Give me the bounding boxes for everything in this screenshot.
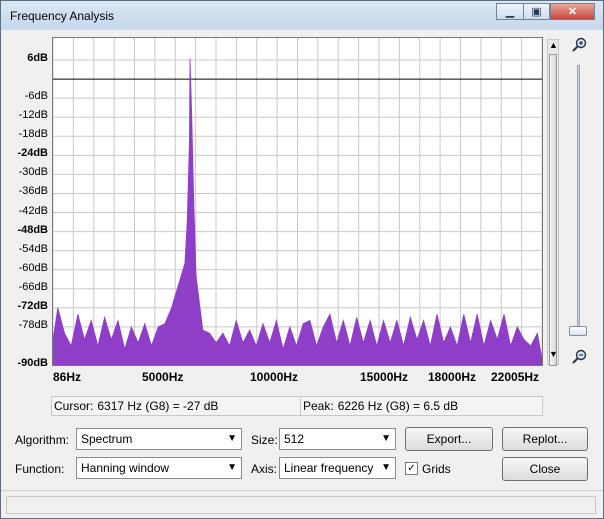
y-tick-label: -66dB (18, 280, 48, 293)
title-bar: Frequency Analysis ▁ ▣ ✕ (1, 1, 603, 30)
minimize-icon: ▁ (505, 6, 515, 18)
y-tick-label: -36dB (18, 185, 48, 198)
close-window-button[interactable]: ✕ (550, 3, 595, 20)
function-select[interactable]: Hanning window ▼ (76, 457, 242, 479)
maximize-button[interactable]: ▣ (523, 3, 550, 20)
y-tick-label: -54dB (18, 242, 48, 255)
x-tick-label: 18000Hz (428, 370, 477, 384)
size-label: Size: (251, 433, 278, 447)
y-tick-label: -90dB (17, 357, 48, 369)
x-tick-label: 5000Hz (142, 370, 184, 384)
close-icon: ✕ (567, 6, 578, 18)
function-label: Function: (15, 462, 65, 476)
chevron-down-icon: ▼ (227, 462, 237, 473)
checkmark-icon: ✓ (407, 463, 416, 474)
y-tick-label: -18dB (18, 128, 48, 141)
status-bar (1, 490, 603, 518)
spectrum-chart (52, 38, 543, 366)
y-tick-label: -6dB (24, 90, 48, 103)
vertical-scrollbar[interactable]: ▲ ▼ (547, 39, 559, 366)
chevron-down-icon: ▼ (227, 433, 237, 444)
y-tick-label: -60dB (18, 261, 48, 274)
minimize-button[interactable]: ▁ (496, 3, 524, 20)
window-title: Frequency Analysis (10, 9, 115, 23)
zoom-slider-thumb[interactable] (569, 326, 587, 336)
y-tick-label: -48dB (17, 223, 48, 236)
cursor-value: 6317 Hz (G8) = -27 dB (97, 399, 219, 413)
zoom-in-icon[interactable] (571, 37, 587, 53)
y-tick-label: -72dB (17, 299, 48, 312)
scroll-up-icon[interactable]: ▲ (549, 40, 558, 50)
y-tick-label: -12dB (18, 109, 48, 122)
grids-label: Grids (422, 462, 451, 476)
peak-readout: Peak: 6226 Hz (G8) = 6.5 dB (300, 396, 543, 416)
zoom-control (567, 37, 591, 369)
axis-select[interactable]: Linear frequency ▼ (279, 457, 396, 479)
replot-button[interactable]: Replot... (502, 427, 588, 451)
y-tick-label: -42dB (18, 204, 48, 217)
peak-value: 6226 Hz (G8) = 6.5 dB (337, 399, 459, 413)
spectrum-plot[interactable] (52, 37, 543, 366)
status-field (6, 496, 596, 514)
algorithm-value: Spectrum (81, 432, 133, 446)
axis-value: Linear frequency (284, 461, 374, 475)
maximize-icon: ▣ (531, 6, 542, 18)
algorithm-select[interactable]: Spectrum ▼ (76, 428, 242, 450)
cursor-label: Cursor: (54, 399, 94, 413)
zoom-slider-track[interactable] (577, 65, 580, 335)
y-tick-label: -78dB (18, 318, 48, 331)
chevron-down-icon: ▼ (381, 462, 391, 473)
scroll-down-icon[interactable]: ▼ (549, 349, 558, 359)
x-tick-label: 22005Hz (491, 370, 540, 384)
algorithm-label: Algorithm: (15, 433, 70, 447)
y-tick-label: 6dB (27, 52, 48, 64)
size-value: 512 (284, 432, 305, 446)
x-tick-label: 15000Hz (360, 370, 409, 384)
y-tick-label: -30dB (18, 166, 48, 179)
function-value: Hanning window (81, 461, 170, 475)
chevron-down-icon: ▼ (381, 433, 391, 444)
size-select[interactable]: 512 ▼ (279, 428, 396, 450)
x-tick-label: 10000Hz (250, 370, 299, 384)
frequency-analysis-window: Frequency Analysis ▁ ▣ ✕ 6dB -6dB -12dB -18… (0, 0, 604, 519)
y-tick-label: -24dB (17, 147, 48, 160)
x-tick-label: 86Hz (53, 370, 82, 384)
zoom-out-icon[interactable] (571, 349, 587, 365)
close-button[interactable]: Close (502, 457, 588, 481)
export-button[interactable]: Export... (405, 427, 493, 451)
peak-label: Peak: (303, 399, 334, 413)
cursor-readout: Cursor: 6317 Hz (G8) = -27 dB (51, 396, 301, 416)
scrollbar-thumb[interactable] (549, 54, 557, 366)
grids-checkbox[interactable]: ✓ (405, 462, 418, 475)
axis-label: Axis: (251, 462, 278, 476)
